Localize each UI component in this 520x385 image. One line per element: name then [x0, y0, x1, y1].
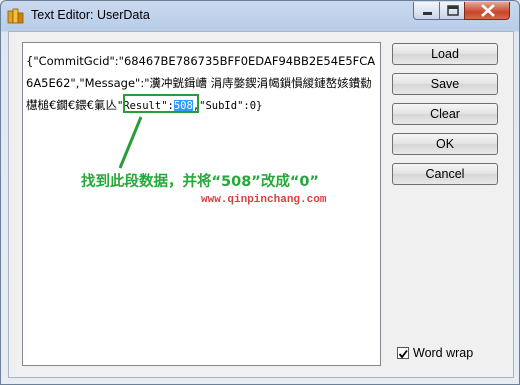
word-wrap-label: Word wrap [413, 346, 474, 360]
cancel-button[interactable]: Cancel [392, 163, 498, 185]
close-icon [481, 4, 495, 17]
maximize-icon [447, 5, 459, 16]
clear-button[interactable]: Clear [392, 103, 498, 125]
watermark-text: www.qinpinchang.com [201, 194, 327, 206]
minimize-button[interactable] [413, 2, 440, 20]
close-button[interactable] [464, 2, 510, 20]
ok-button[interactable]: OK [392, 133, 498, 155]
text-editor-area[interactable]: {"CommitGcid":"68467BE786735BFF0EDAF94BB… [22, 42, 381, 366]
checkmark-icon [398, 349, 408, 359]
save-button[interactable]: Save [392, 73, 498, 95]
load-button[interactable]: Load [392, 43, 498, 65]
maximize-button[interactable] [439, 2, 465, 20]
fiddler-app-icon [7, 7, 25, 25]
minimize-icon [423, 12, 432, 15]
text-editor-window: Text Editor: UserData {"CommitGcid":"684… [0, 0, 520, 385]
dialog-client-area: {"CommitGcid":"68467BE786735BFF0EDAF94BB… [8, 31, 514, 378]
word-wrap-checkbox[interactable] [397, 347, 409, 359]
annotation-text: 找到此段数据，并将“508”改成“0” [81, 174, 319, 190]
title-bar[interactable]: Text Editor: UserData [1, 1, 519, 31]
window-title: Text Editor: UserData [31, 8, 150, 22]
